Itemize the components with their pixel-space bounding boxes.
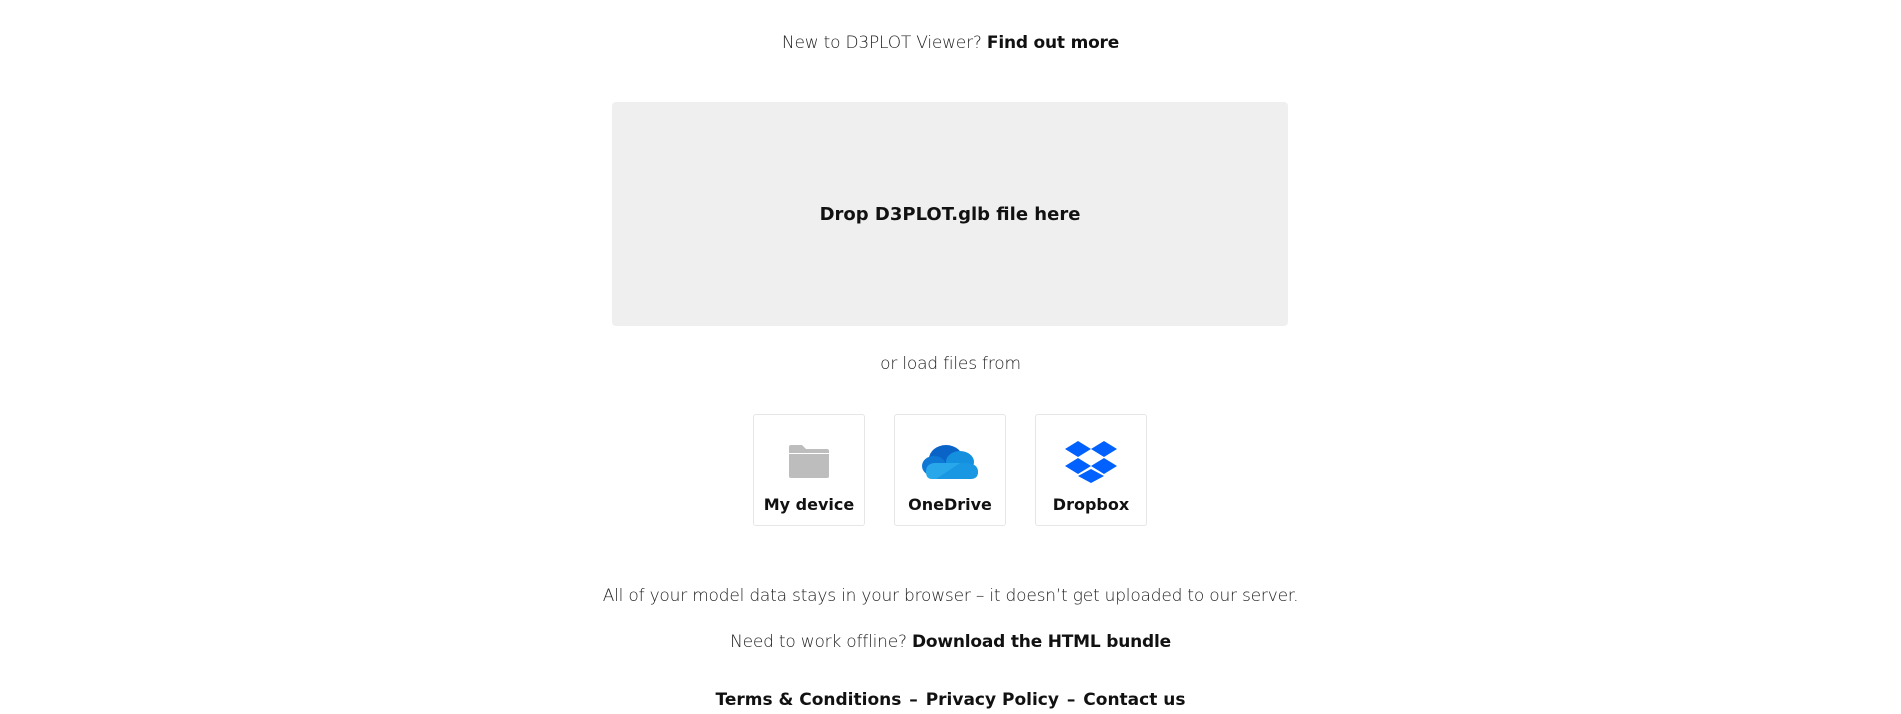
- dropbox-button[interactable]: Dropbox: [1035, 414, 1147, 526]
- onedrive-icon: [895, 439, 1005, 483]
- load-from-text: or load files from: [880, 354, 1021, 374]
- privacy-policy-link[interactable]: Privacy Policy: [926, 690, 1059, 710]
- file-drop-zone[interactable]: Drop D3PLOT.glb file here: [612, 102, 1288, 326]
- intro-text: New to D3PLOT Viewer?: [781, 33, 982, 53]
- find-out-more-link[interactable]: Find out more: [987, 33, 1119, 53]
- offline-text: Need to work offline?: [730, 632, 907, 652]
- onedrive-label: OneDrive: [908, 495, 992, 514]
- footer-separator: –: [1066, 690, 1076, 710]
- folder-icon: [754, 439, 864, 483]
- contact-us-link[interactable]: Contact us: [1083, 690, 1185, 710]
- footer-links: Terms & Conditions – Privacy Policy – Co…: [0, 690, 1901, 710]
- intro-line: New to D3PLOT Viewer? Find out more: [0, 33, 1901, 53]
- my-device-label: My device: [763, 495, 855, 514]
- terms-link[interactable]: Terms & Conditions: [715, 690, 901, 710]
- footer-separator: –: [909, 690, 918, 710]
- dropbox-label: Dropbox: [1052, 495, 1130, 514]
- drop-zone-label: Drop D3PLOT.glb file here: [819, 203, 1081, 225]
- offline-line: Need to work offline? Download the HTML …: [0, 632, 1901, 652]
- dropbox-icon: [1036, 439, 1146, 483]
- my-device-button[interactable]: My device: [753, 414, 865, 526]
- download-html-bundle-link[interactable]: Download the HTML bundle: [912, 632, 1171, 652]
- onedrive-button[interactable]: OneDrive: [894, 414, 1006, 526]
- privacy-note: All of your model data stays in your bro…: [602, 586, 1299, 606]
